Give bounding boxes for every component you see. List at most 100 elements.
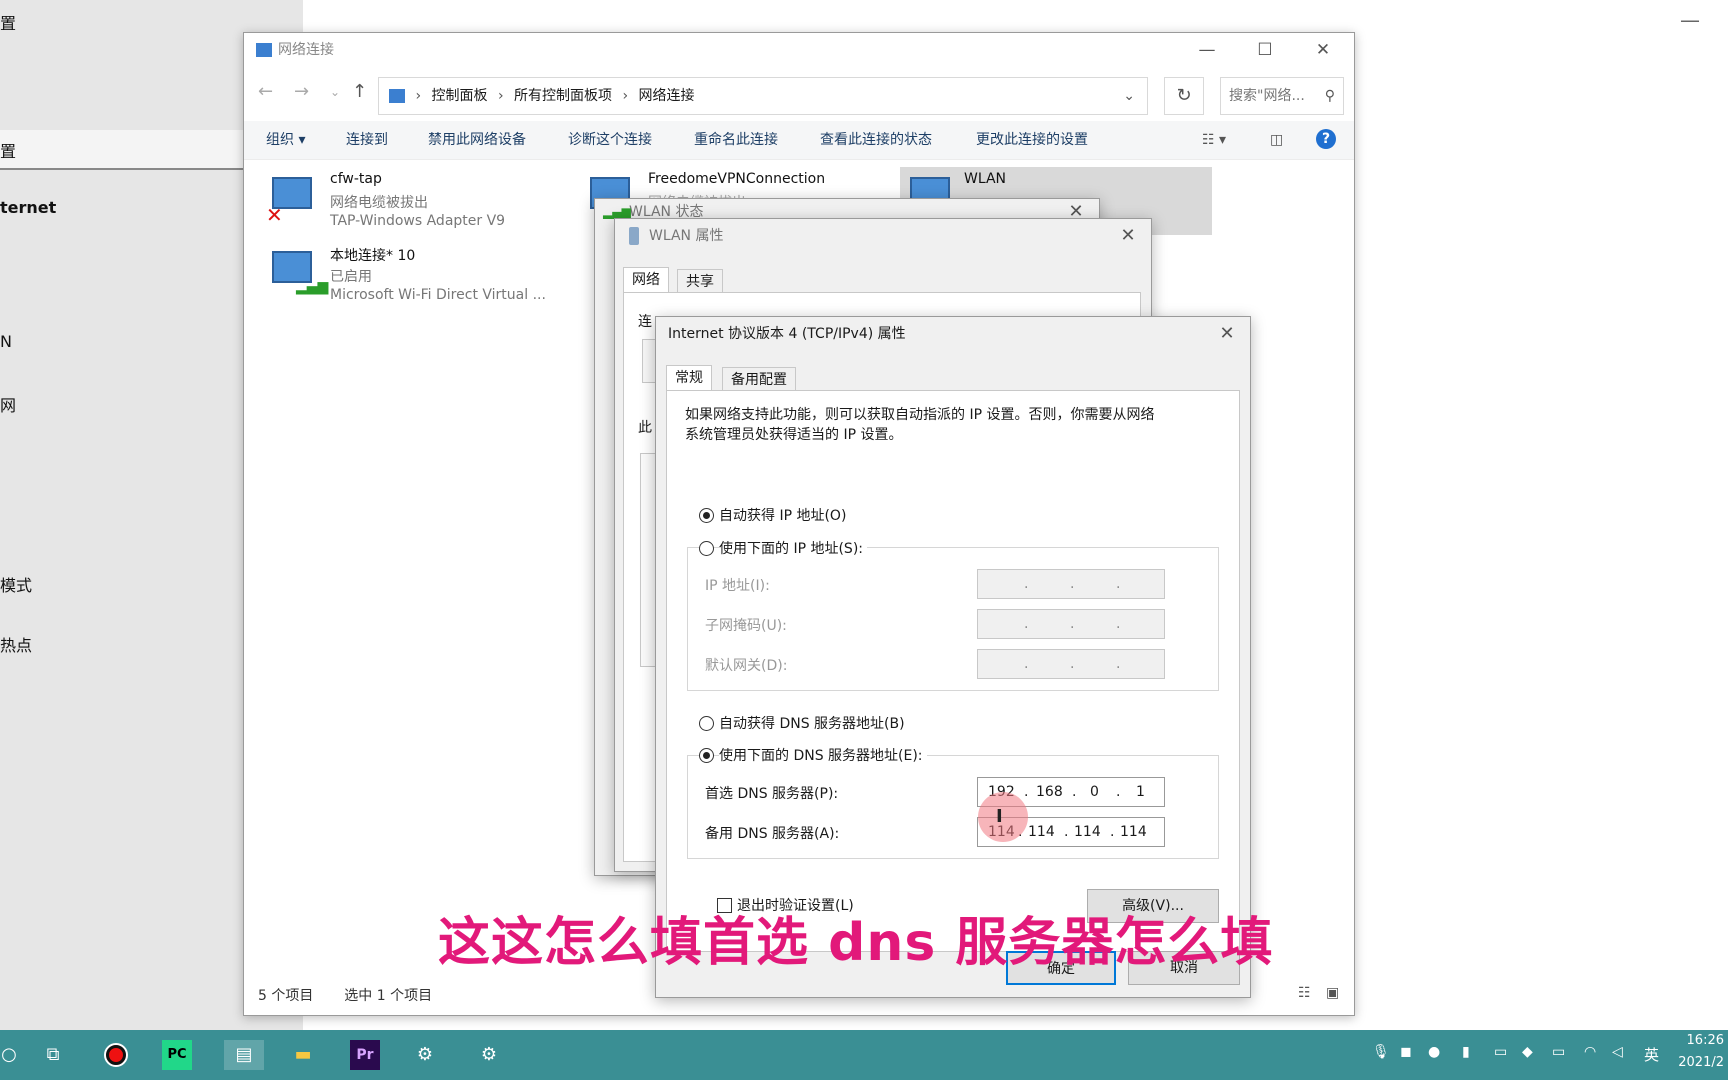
organize-button[interactable]: 组织 ▾ [266, 121, 305, 159]
address-dropdown-icon[interactable]: ⌄ [1123, 78, 1135, 114]
minimize-icon[interactable]: — [1680, 8, 1700, 32]
ime-indicator[interactable]: 英 [1644, 1044, 1659, 1065]
nvidia-icon[interactable]: ◼ [1400, 1044, 1412, 1060]
change-settings-button[interactable]: 更改此连接的设置 [976, 121, 1088, 159]
window-maximize-button[interactable]: ☐ [1236, 33, 1294, 67]
file-explorer-icon[interactable]: ▬ [288, 1040, 318, 1070]
wifi-signal-icon: ▂▄▆ [603, 205, 631, 219]
command-toolbar: 组织 ▾ 连接到 禁用此网络设备 诊断这个连接 重命名此连接 查看此连接的状态 … [244, 121, 1354, 160]
wlan-properties-close-icon[interactable]: ✕ [1111, 219, 1145, 253]
auto-dns-label[interactable]: 自动获得 DNS 服务器地址(B) [719, 713, 905, 733]
list-item-local-connection[interactable]: ▂▄▆ 本地连接* 10 已启用 Microsoft Wi-Fi Direct … [266, 245, 556, 311]
breadcrumb-control-panel[interactable]: 控制面板 [432, 88, 488, 104]
default-gateway-label: 默认网关(D): [705, 658, 788, 674]
diagnose-button[interactable]: 诊断这个连接 [568, 121, 652, 159]
clock-date[interactable]: 2021/2 [1678, 1055, 1724, 1070]
tab-sharing[interactable]: 共享 [677, 269, 723, 294]
tab-alternate-config[interactable]: 备用配置 [722, 367, 796, 392]
tab-network[interactable]: 网络 [623, 267, 669, 292]
refresh-icon[interactable]: ↻ [1164, 77, 1204, 115]
preview-pane-icon[interactable]: ◫ [1270, 121, 1283, 159]
general-tab-panel: 如果网络支持此功能，则可以获取自动指派的 IP 设置。否则，你需要从网络 系统管… [666, 390, 1240, 952]
auto-dns-radio[interactable] [699, 716, 714, 731]
premiere-icon[interactable]: Pr [350, 1040, 380, 1070]
network-adapter-icon: ✕ [266, 175, 314, 225]
navigation-bar: ← → ⌄ ↑ › 控制面板 › 所有控制面板项 › 网络连接 ⌄ ↻ 搜索"网… [244, 73, 1354, 117]
disable-device-button[interactable]: 禁用此网络设备 [428, 121, 526, 159]
window-title: 网络连接 [256, 33, 334, 67]
window-close-button[interactable]: ✕ [1294, 33, 1352, 67]
subnet-mask-field: ... [977, 609, 1165, 639]
video-subtitle: 这这怎么填首选 dns 服务器怎么填 [438, 913, 1274, 973]
adapter-plug-icon [629, 227, 639, 245]
status-bar: 5 个项目 选中 1 个项目 [258, 985, 432, 1005]
disconnected-x-icon: ✕ [266, 203, 283, 227]
task-view-icon[interactable]: ⧉ [38, 1040, 68, 1070]
default-gateway-field: ... [977, 649, 1165, 679]
settings-item: 置 [0, 14, 17, 33]
network-adapter-icon: ▂▄▆ [266, 249, 328, 295]
large-icons-view-icon[interactable]: ▣ [1326, 985, 1339, 1001]
auto-ip-label[interactable]: 自动获得 IP 地址(O) [719, 505, 846, 525]
shield-icon[interactable]: ◆ [1522, 1044, 1533, 1060]
back-arrow-icon[interactable]: ← [258, 81, 273, 102]
ipv4-dialog-title: Internet 协议版本 4 (TCP/IPv4) 属性 [668, 326, 906, 342]
network-folder-icon [256, 43, 272, 57]
battery-icon[interactable]: ▭ [1552, 1044, 1565, 1060]
ipv4-close-icon[interactable]: ✕ [1210, 317, 1244, 351]
window-minimize-button[interactable]: — [1178, 33, 1236, 67]
search-icon: ⚲ [1324, 88, 1335, 104]
control-panel-taskbar-icon[interactable]: ▤ [224, 1040, 264, 1070]
settings-item-network[interactable]: 网 [0, 392, 16, 416]
taskbar: ○ ⧉ PC ▤ ▬ Pr ⚙ ⚙ 🎙 ◼ ● ▮ ▭ ◆ ▭ ◠ ◁ 英 16… [0, 1030, 1728, 1080]
settings-item-vpn[interactable]: N [0, 332, 12, 351]
volume-icon[interactable]: ◁ [1612, 1044, 1623, 1060]
view-status-button[interactable]: 查看此连接的状态 [820, 121, 932, 159]
settings-gear-alt-icon[interactable]: ⚙ [474, 1040, 504, 1070]
subnet-mask-label: 子网掩码(U): [705, 618, 787, 634]
manual-ip-label[interactable]: 使用下面的 IP 地址(S): [719, 538, 867, 558]
search-input[interactable]: 搜索"网络... ⚲ [1220, 77, 1344, 115]
text-cursor-icon: I [996, 806, 1003, 827]
clock-time[interactable]: 16:26 [1687, 1033, 1724, 1048]
item-count: 5 个项目 [258, 988, 314, 1004]
settings-gear-icon[interactable]: ⚙ [410, 1040, 440, 1070]
folder-tray-icon[interactable]: ▭ [1494, 1044, 1507, 1060]
settings-item-hotspot[interactable]: 热点 [0, 632, 32, 656]
mouse-cursor-highlight [978, 792, 1028, 842]
manual-dns-radio[interactable] [699, 748, 714, 763]
record-tray-icon[interactable]: ● [1428, 1044, 1440, 1060]
manual-dns-label[interactable]: 使用下面的 DNS 服务器地址(E): [719, 745, 927, 765]
settings-search-input[interactable]: 置 [0, 130, 245, 170]
ip-address-field: ... [977, 569, 1165, 599]
search-icon[interactable]: ○ [0, 1040, 24, 1070]
record-app-icon[interactable] [101, 1040, 131, 1070]
view-options-icon[interactable]: ☷ ▾ [1202, 121, 1226, 159]
ip-address-label: IP 地址(I): [705, 578, 770, 594]
preferred-dns-label: 首选 DNS 服务器(P): [705, 786, 839, 802]
details-view-icon[interactable]: ☷ [1298, 985, 1311, 1001]
alternate-dns-label: 备用 DNS 服务器(A): [705, 826, 840, 842]
breadcrumb-all-items[interactable]: 所有控制面板项 [514, 88, 612, 104]
tray-app-icon[interactable]: ▮ [1462, 1044, 1470, 1060]
ip-settings-description: 如果网络支持此功能，则可以获取自动指派的 IP 设置。否则，你需要从网络 系统管… [685, 407, 1155, 443]
manual-ip-radio[interactable] [699, 541, 714, 556]
settings-item-internet[interactable]: ternet [0, 198, 56, 217]
auto-ip-radio[interactable] [699, 508, 714, 523]
up-arrow-icon[interactable]: ↑ [352, 81, 367, 102]
settings-search-label: 置 [0, 142, 17, 161]
connect-to-button[interactable]: 连接到 [346, 121, 388, 159]
list-item-cfw-tap[interactable]: ✕ cfw-tap 网络电缆被拔出 TAP-Windows Adapter V9 [266, 171, 556, 237]
settings-item-airplane[interactable]: 模式 [0, 572, 32, 596]
microphone-icon[interactable]: 🎙 [1372, 1044, 1390, 1060]
recent-chevron-icon[interactable]: ⌄ [330, 85, 340, 99]
breadcrumb-network-connections[interactable]: 网络连接 [639, 88, 695, 104]
wifi-icon[interactable]: ◠ [1584, 1044, 1596, 1060]
help-icon[interactable]: ? [1316, 129, 1336, 149]
address-bar[interactable]: › 控制面板 › 所有控制面板项 › 网络连接 ⌄ [378, 77, 1148, 115]
control-panel-icon [389, 89, 405, 103]
forward-arrow-icon[interactable]: → [294, 81, 309, 102]
pycharm-icon[interactable]: PC [162, 1040, 192, 1070]
tab-general[interactable]: 常规 [666, 365, 712, 390]
rename-button[interactable]: 重命名此连接 [694, 121, 778, 159]
